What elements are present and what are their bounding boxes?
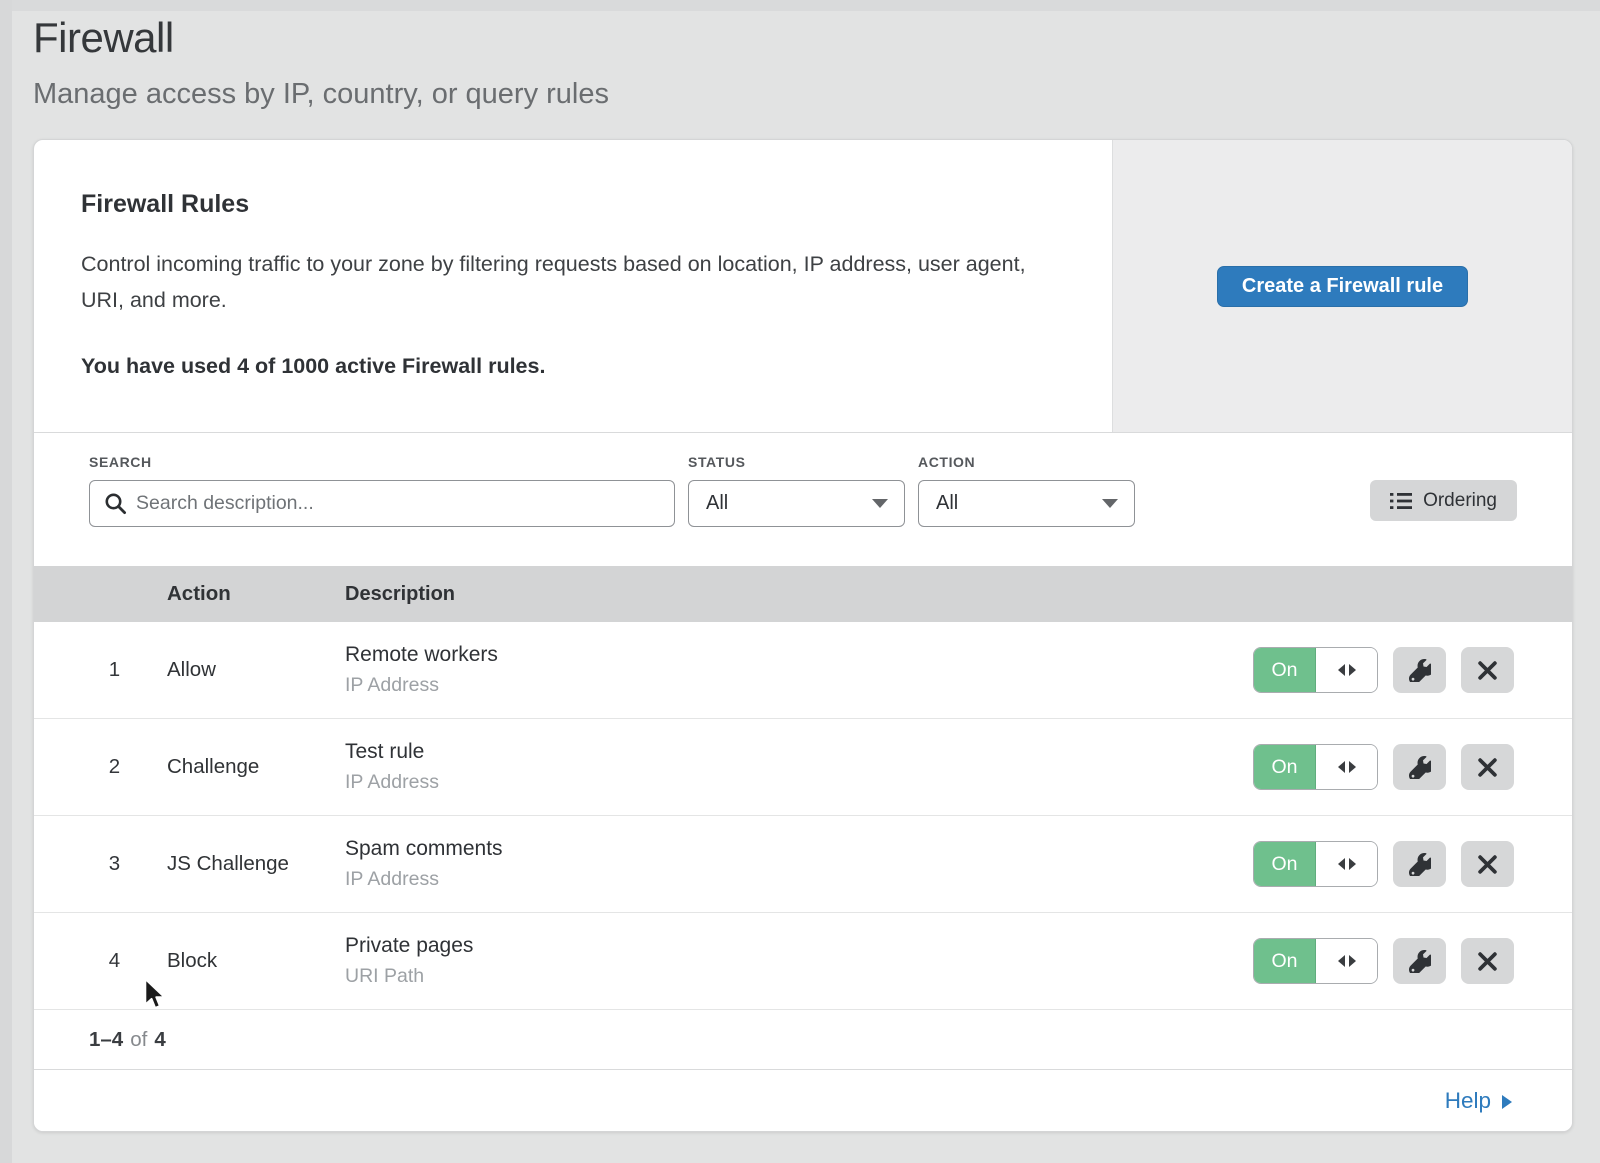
status-filter: STATUS All [688, 454, 905, 566]
table-row: 3 JS Challenge Spam comments IP Address … [34, 816, 1572, 913]
toggle-on-label: On [1254, 939, 1316, 983]
action-select[interactable]: All [918, 480, 1135, 527]
info-section: Firewall Rules Control incoming traffic … [34, 140, 1572, 433]
wrench-icon [1408, 853, 1431, 876]
table-row: 2 Challenge Test rule IP Address On [34, 719, 1572, 816]
delete-rule-button[interactable] [1461, 647, 1514, 693]
wrench-icon [1408, 659, 1431, 682]
ordering-button-label: Ordering [1423, 490, 1497, 512]
rule-action: Challenge [167, 755, 345, 779]
action-selected-value: All [936, 492, 958, 515]
action-label: ACTION [918, 454, 1135, 470]
search-input-wrapper [89, 480, 675, 527]
rule-enabled-toggle[interactable]: On [1253, 938, 1378, 984]
rule-description: Test rule [345, 740, 1253, 764]
rule-description: Private pages [345, 934, 1253, 958]
status-label: STATUS [688, 454, 905, 470]
rule-match-type: URI Path [345, 965, 1253, 988]
rule-priority: 2 [34, 755, 167, 779]
rule-description-cell: Private pages URI Path [345, 934, 1253, 988]
rule-action: Allow [167, 658, 345, 682]
wrench-icon [1408, 950, 1431, 973]
search-input[interactable] [89, 480, 675, 527]
chevron-down-icon [1102, 499, 1118, 508]
toggle-on-label: On [1254, 745, 1316, 789]
pagination: 1–4 of 4 [34, 1010, 1572, 1069]
table-row: 1 Allow Remote workers IP Address On [34, 622, 1572, 719]
page-title: Firewall [33, 14, 1573, 62]
action-filter: ACTION All [918, 454, 1135, 566]
info-description: Control incoming traffic to your zone by… [81, 246, 1031, 318]
description-column-header: Description [345, 583, 1572, 606]
edit-rule-button[interactable] [1393, 647, 1446, 693]
pagination-of-label: of [130, 1028, 147, 1052]
firewall-page: Firewall Manage access by IP, country, o… [0, 0, 1600, 1132]
rule-description-cell: Spam comments IP Address [345, 837, 1253, 891]
list-icon [1390, 491, 1412, 511]
close-icon [1477, 854, 1498, 875]
rule-description: Remote workers [345, 643, 1253, 667]
toggle-on-label: On [1254, 648, 1316, 692]
rule-priority: 1 [34, 658, 167, 682]
search-filter: SEARCH [89, 454, 675, 566]
rule-priority: 4 [34, 949, 167, 973]
pagination-total: 4 [154, 1028, 165, 1052]
rule-controls: On [1253, 647, 1572, 693]
wrench-icon [1408, 756, 1431, 779]
status-select[interactable]: All [688, 480, 905, 527]
rule-description: Spam comments [345, 837, 1253, 861]
delete-rule-button[interactable] [1461, 841, 1514, 887]
rule-controls: On [1253, 744, 1572, 790]
toggle-arrows-icon [1316, 939, 1377, 983]
rule-match-type: IP Address [345, 771, 1253, 794]
delete-rule-button[interactable] [1461, 744, 1514, 790]
close-icon [1477, 757, 1498, 778]
card-footer: Help [34, 1069, 1572, 1131]
search-icon [104, 492, 127, 515]
rule-enabled-toggle[interactable]: On [1253, 647, 1378, 693]
rule-description-cell: Remote workers IP Address [345, 643, 1253, 697]
rule-controls: On [1253, 841, 1572, 887]
close-icon [1477, 660, 1498, 681]
rule-action: Block [167, 949, 345, 973]
rule-priority: 3 [34, 852, 167, 876]
edit-rule-button[interactable] [1393, 938, 1446, 984]
page-subtitle: Manage access by IP, country, or query r… [33, 78, 1573, 111]
delete-rule-button[interactable] [1461, 938, 1514, 984]
rule-match-type: IP Address [345, 868, 1253, 891]
info-heading: Firewall Rules [81, 190, 1062, 219]
status-selected-value: All [706, 492, 728, 515]
rule-match-type: IP Address [345, 674, 1253, 697]
cta-panel: Create a Firewall rule [1112, 140, 1572, 432]
toggle-on-label: On [1254, 842, 1316, 886]
rule-description-cell: Test rule IP Address [345, 740, 1253, 794]
toggle-arrows-icon [1316, 842, 1377, 886]
toggle-arrows-icon [1316, 648, 1377, 692]
pagination-range: 1–4 [89, 1028, 123, 1052]
rule-enabled-toggle[interactable]: On [1253, 841, 1378, 887]
info-text-block: Firewall Rules Control incoming traffic … [34, 140, 1112, 432]
ordering-button[interactable]: Ordering [1370, 480, 1517, 521]
edit-rule-button[interactable] [1393, 744, 1446, 790]
help-link[interactable]: Help [1445, 1088, 1512, 1114]
rule-action: JS Challenge [167, 852, 345, 876]
edit-rule-button[interactable] [1393, 841, 1446, 887]
filter-bar: SEARCH STATUS All ACTION [34, 433, 1572, 566]
create-firewall-rule-button[interactable]: Create a Firewall rule [1217, 266, 1468, 307]
usage-note: You have used 4 of 1000 active Firewall … [81, 354, 1062, 379]
rule-enabled-toggle[interactable]: On [1253, 744, 1378, 790]
help-link-label: Help [1445, 1088, 1491, 1114]
rule-controls: On [1253, 938, 1572, 984]
table-row: 4 Block Private pages URI Path On [34, 913, 1572, 1010]
search-label: SEARCH [89, 454, 675, 470]
table-header: Action Description [34, 566, 1572, 622]
close-icon [1477, 951, 1498, 972]
chevron-down-icon [872, 499, 888, 508]
help-arrow-icon [1502, 1095, 1512, 1109]
toggle-arrows-icon [1316, 745, 1377, 789]
action-column-header: Action [167, 582, 345, 606]
firewall-rules-card: Firewall Rules Control incoming traffic … [33, 139, 1573, 1132]
